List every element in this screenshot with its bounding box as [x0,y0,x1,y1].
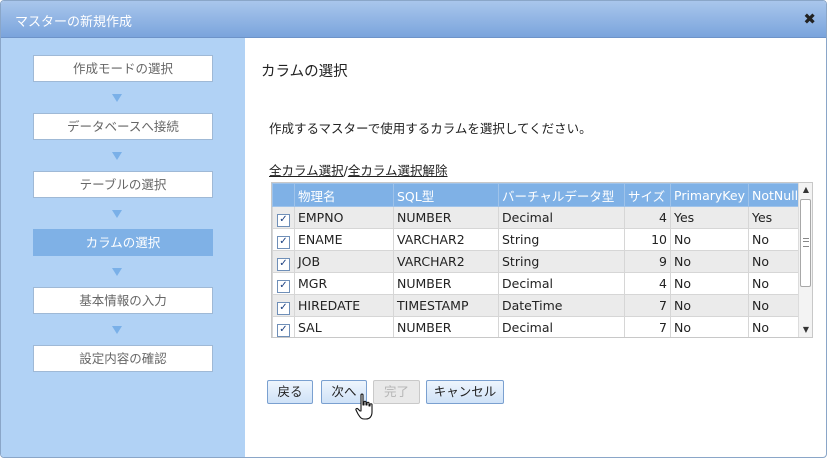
cell-size: 7 [624,294,671,317]
arrow-down-icon [112,94,122,102]
cell-sql: NUMBER [393,272,499,295]
table-row[interactable]: ✓ MGR NUMBER Decimal 4 No No [272,272,803,295]
table-row[interactable]: ✓ JOB VARCHAR2 String 9 No No [272,250,803,273]
cell-vtype: String [498,250,625,273]
cell-sql: VARCHAR2 [393,250,499,273]
scroll-up-icon[interactable]: ▲ [799,183,812,197]
step-creation-mode: 作成モードの選択 [33,55,213,82]
row-checkbox[interactable]: ✓ [277,258,290,271]
cell-sql: TIMESTAMP [393,294,499,317]
column-header[interactable]: バーチャルデータ型 [498,183,625,207]
hand-pointer-icon [355,393,373,420]
cell-name: ENAME [294,228,394,251]
close-icon[interactable]: ✖ [803,10,816,28]
cell-pk: No [670,272,749,295]
arrow-down-icon [112,152,122,160]
arrow-down-icon [112,210,122,218]
scrollbar-thumb[interactable] [800,199,811,287]
step-basic-info: 基本情報の入力 [33,287,213,314]
cell-pk: No [670,228,749,251]
dialog-title: マスターの新規作成 [15,15,133,30]
cell-pk: No [670,316,749,337]
cell-nn: Yes [747,206,803,229]
cell-sql: VARCHAR2 [393,228,499,251]
cell-nn: No [747,250,803,273]
cell-vtype: DateTime [498,294,625,317]
cell-vtype: Decimal [498,272,625,295]
cell-sql: NUMBER [393,206,499,229]
cell-nn: No [747,272,803,295]
grid-scrollbar[interactable]: ▲ ▼ [798,183,812,337]
column-header[interactable]: 物理名 [294,183,394,207]
main-panel: カラムの選択 作成するマスターで使用するカラムを選択してください。 全カラム選択… [245,38,826,457]
row-checkbox[interactable]: ✓ [277,302,290,315]
column-header[interactable]: サイズ [624,183,671,207]
cancel-button[interactable]: キャンセル [426,380,504,404]
cell-size: 4 [624,272,671,295]
arrow-down-icon [112,326,122,334]
row-checkbox[interactable]: ✓ [277,214,290,227]
instruction-text: 作成するマスターで使用するカラムを選択してください。 [269,121,592,136]
scroll-down-icon[interactable]: ▼ [799,323,812,337]
back-button[interactable]: 戻る [267,380,313,404]
table-row[interactable]: ✓ ENAME VARCHAR2 String 10 No No [272,228,803,251]
cell-name: HIREDATE [294,294,394,317]
step-database-connect: データベースへ接続 [33,113,213,140]
arrow-down-icon [112,268,122,276]
step-confirm-settings: 設定内容の確認 [33,345,213,372]
column-grid: 物理名 SQL型 バーチャルデータ型 サイズ PrimaryKey NotNul… [271,182,813,338]
cell-pk: Yes [670,206,749,229]
deselect-all-columns-link[interactable]: 全カラム選択解除 [348,163,448,178]
row-checkbox-cell: ✓ [272,206,295,229]
row-checkbox[interactable]: ✓ [277,280,290,293]
selection-links: 全カラム選択/全カラム選択解除 [269,160,448,179]
cell-size: 10 [624,228,671,251]
page-title: カラムの選択 [261,64,348,80]
cell-size: 7 [624,316,671,337]
table-row[interactable]: ✓ EMPNO NUMBER Decimal 4 Yes Yes [272,206,803,229]
cell-pk: No [670,250,749,273]
row-checkbox-cell: ✓ [272,316,295,337]
wizard-steps-sidebar: 作成モードの選択 データベースへ接続 テーブルの選択 カラムの選択 基本情報の入… [1,38,245,457]
header-checkbox-cell [272,183,295,207]
dialog-titlebar: マスターの新規作成 ✖ [1,1,826,38]
cell-name: SAL [294,316,394,337]
row-checkbox-cell: ✓ [272,272,295,295]
cell-sql: NUMBER [393,316,499,337]
column-table: 物理名 SQL型 バーチャルデータ型 サイズ PrimaryKey NotNul… [272,183,803,337]
cell-size: 9 [624,250,671,273]
column-header[interactable]: SQL型 [393,183,499,207]
cell-vtype: Decimal [498,316,625,337]
cell-vtype: String [498,228,625,251]
row-checkbox-cell: ✓ [272,250,295,273]
cell-name: MGR [294,272,394,295]
table-row[interactable]: ✓ SAL NUMBER Decimal 7 No No [272,316,803,337]
column-header[interactable]: PrimaryKey [670,183,749,207]
row-checkbox[interactable]: ✓ [277,236,290,249]
cell-size: 4 [624,206,671,229]
cell-name: EMPNO [294,206,394,229]
select-all-columns-link[interactable]: 全カラム選択 [269,163,344,178]
grip-icon [803,238,809,247]
step-table-select: テーブルの選択 [33,171,213,198]
row-checkbox[interactable]: ✓ [277,324,290,337]
table-header-row: 物理名 SQL型 バーチャルデータ型 サイズ PrimaryKey NotNul… [272,183,803,207]
step-column-select: カラムの選択 [33,229,213,256]
cell-nn: No [747,294,803,317]
new-master-dialog: マスターの新規作成 ✖ 作成モードの選択 データベースへ接続 テーブルの選択 カ… [0,0,827,458]
cell-vtype: Decimal [498,206,625,229]
cell-nn: No [747,228,803,251]
table-row[interactable]: ✓ HIREDATE TIMESTAMP DateTime 7 No No [272,294,803,317]
row-checkbox-cell: ✓ [272,228,295,251]
row-checkbox-cell: ✓ [272,294,295,317]
cell-nn: No [747,316,803,337]
cell-pk: No [670,294,749,317]
column-header[interactable]: NotNull [747,183,803,207]
cell-name: JOB [294,250,394,273]
finish-button: 完了 [373,380,420,404]
